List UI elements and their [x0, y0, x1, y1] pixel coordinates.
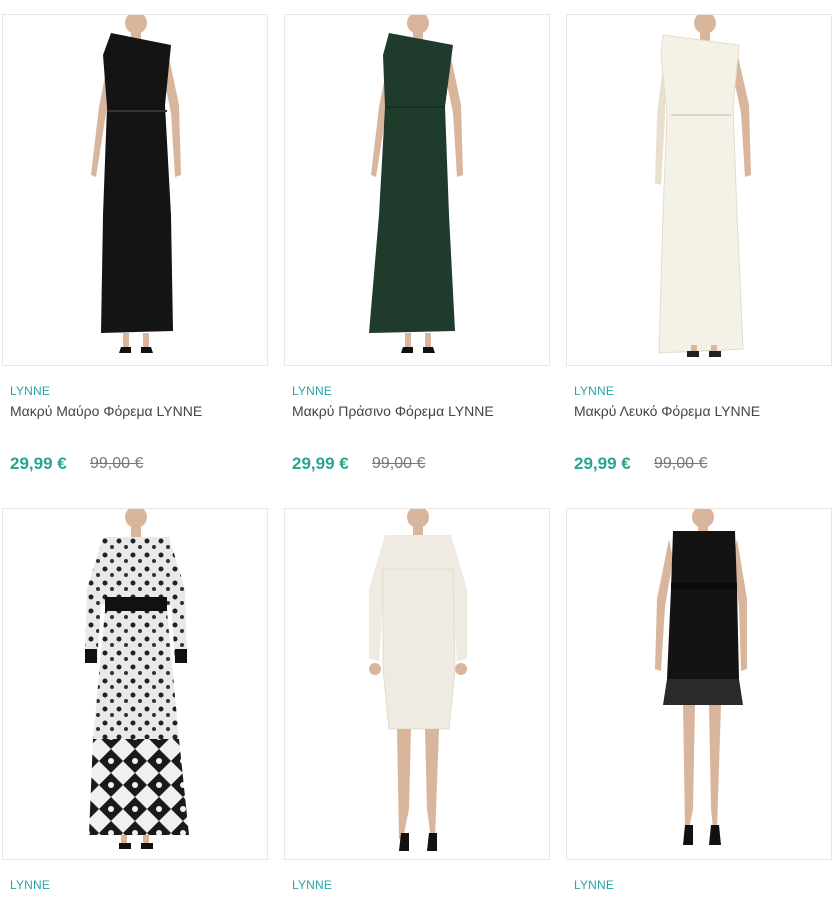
- product-brand[interactable]: LYNNE: [10, 878, 50, 892]
- product-old-price: 99,00 €: [654, 455, 708, 472]
- product-price: 29,99 €: [574, 454, 631, 473]
- product-image[interactable]: [284, 14, 550, 366]
- product-image[interactable]: [566, 14, 832, 366]
- product-old-price: 99,00 €: [372, 455, 426, 472]
- product-old-price: 99,00 €: [90, 455, 144, 472]
- product-brand[interactable]: LYNNE: [292, 384, 332, 398]
- product-image[interactable]: [2, 508, 268, 860]
- product-price: 29,99 €: [292, 454, 349, 473]
- product-price: 29,99 €: [10, 454, 67, 473]
- product-brand[interactable]: LYNNE: [574, 878, 614, 892]
- product-title[interactable]: Μακρύ Πράσινο Φόρεμα LYNNE: [292, 403, 494, 419]
- product-image[interactable]: [566, 508, 832, 860]
- product-brand[interactable]: LYNNE: [10, 384, 50, 398]
- product-image[interactable]: [2, 14, 268, 366]
- product-title[interactable]: Μακρύ Μαύρο Φόρεμα LYNNE: [10, 403, 202, 419]
- product-brand[interactable]: LYNNE: [292, 878, 332, 892]
- product-title[interactable]: Μακρύ Λευκό Φόρεμα LYNNE: [574, 403, 760, 419]
- product-grid: LYNNE Μακρύ Μαύρο Φόρεμα LYNNE 29,99 € 9…: [0, 0, 839, 917]
- product-brand[interactable]: LYNNE: [574, 384, 614, 398]
- product-image[interactable]: [284, 508, 550, 860]
